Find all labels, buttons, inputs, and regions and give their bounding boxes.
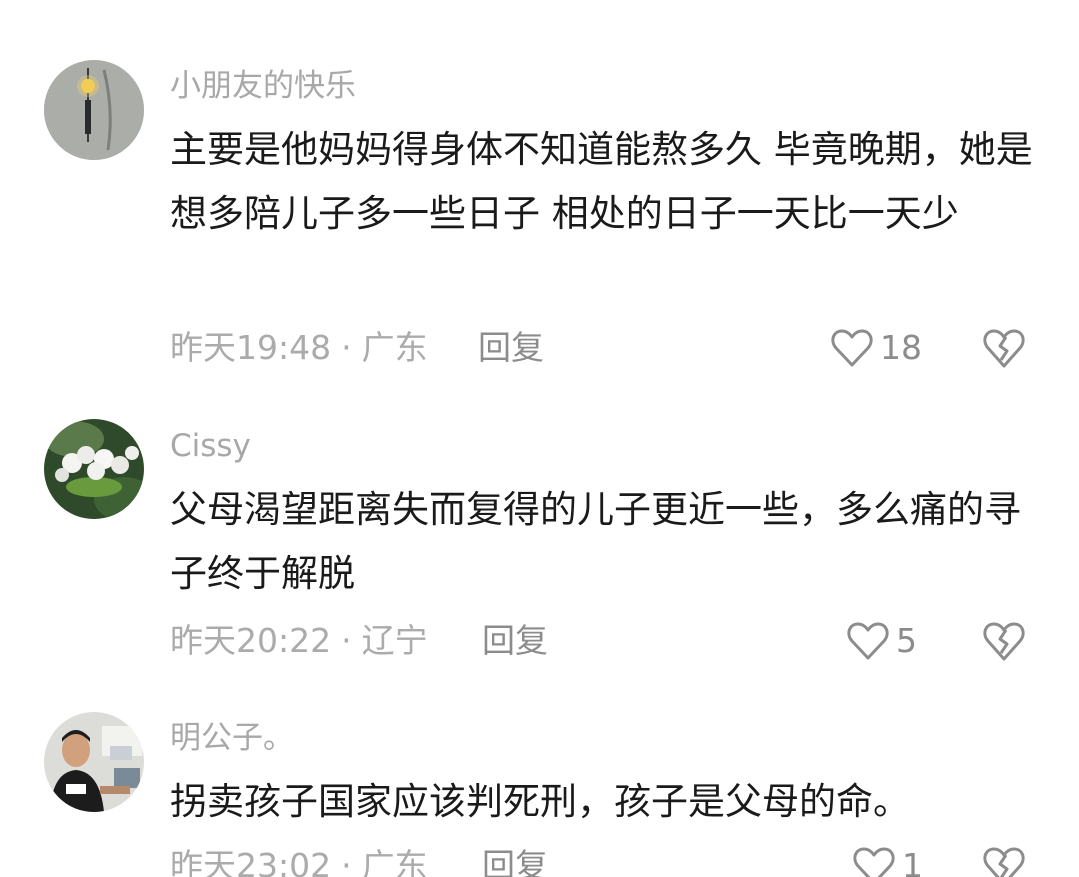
heart-outline-icon (830, 327, 874, 369)
meta-separator: · (341, 328, 352, 367)
comment-text: 主要是他妈妈得身体不知道能熬多久 毕竟晚期，她是想多陪儿子多一些日子 相处的日子… (170, 128, 1033, 235)
like-button[interactable]: 5 (846, 619, 917, 663)
comment-time: 昨天23:02 (170, 846, 332, 877)
like-count: 5 (896, 621, 917, 660)
comment-meta: 昨天19:48 · 广东 (170, 328, 428, 368)
heart-outline-icon (852, 845, 896, 877)
comment-meta: 昨天23:02 · 广东 (170, 846, 428, 877)
heart-outline-icon (846, 620, 890, 662)
previous-comment-fragment: — — — (230, 0, 339, 11)
broken-heart-icon (982, 844, 1026, 877)
username[interactable]: 小朋友的快乐 (170, 66, 356, 106)
broken-heart-icon (982, 326, 1026, 370)
username[interactable]: 明公子。 (170, 718, 294, 758)
reply-button[interactable]: 回复 (482, 846, 548, 877)
like-count: 18 (880, 328, 922, 367)
meta-separator: · (341, 621, 352, 660)
like-button[interactable]: 18 (830, 326, 922, 370)
comment-text: 拐卖孩子国家应该判死刑，孩子是父母的命。 (170, 780, 910, 823)
avatar[interactable] (44, 712, 144, 812)
comment-time: 昨天19:48 (170, 328, 332, 367)
comment-time: 昨天20:22 (170, 621, 332, 660)
meta-separator: · (341, 846, 352, 877)
like-count: 1 (902, 846, 923, 877)
username[interactable]: Cissy (170, 426, 251, 466)
reply-button[interactable]: 回复 (478, 328, 544, 368)
comment-meta: 昨天20:22 · 辽宁 (170, 621, 428, 661)
dislike-button[interactable] (982, 844, 1026, 877)
comment-text: 父母渴望距离失而复得的儿子更近一些，多么痛的寻子终于解脱 (170, 488, 1021, 595)
avatar[interactable] (44, 419, 144, 519)
comment-list: — — — 小朋友的快乐 主要是他妈妈得身体不知道能熬多久 毕竟晚期，她是想多陪… (0, 0, 1079, 877)
comment-location: 广东 (361, 328, 428, 367)
avatar[interactable] (44, 60, 144, 160)
broken-heart-icon (982, 619, 1026, 663)
comment-location: 辽宁 (361, 621, 428, 660)
dislike-button[interactable] (982, 619, 1026, 663)
dislike-button[interactable] (982, 326, 1026, 370)
comment-location: 广东 (361, 846, 428, 877)
like-button[interactable]: 1 (852, 844, 923, 877)
reply-button[interactable]: 回复 (482, 621, 548, 661)
